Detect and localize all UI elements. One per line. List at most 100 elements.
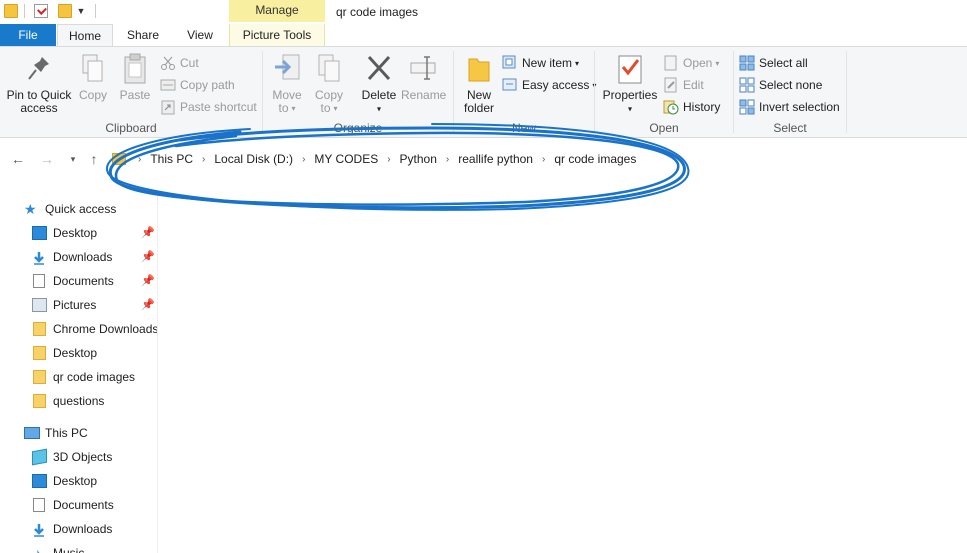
select-all-label: Select all <box>759 56 808 70</box>
history-icon <box>663 99 679 115</box>
chevron-right-icon[interactable]: › <box>196 154 211 165</box>
breadcrumb-item[interactable]: Local Disk (D:) <box>211 152 296 166</box>
nav-item-pictures[interactable]: Pictures 📌 <box>0 294 157 316</box>
nav-label: Desktop <box>53 226 98 240</box>
nav-item-desktop-folder[interactable]: Desktop <box>0 342 157 364</box>
paste-shortcut-icon <box>160 99 176 115</box>
star-icon: ★ <box>24 201 37 217</box>
music-note-icon: ♪ <box>34 545 41 553</box>
paste-shortcut-button[interactable]: Paste shortcut <box>160 97 257 117</box>
breadcrumb[interactable]: › This PC › Local Disk (D:) › MY CODES ›… <box>112 149 639 169</box>
pin-label: Pin to Quick access <box>6 88 72 115</box>
chevron-right-icon[interactable]: › <box>440 154 455 165</box>
breadcrumb-item[interactable]: This PC <box>147 152 196 166</box>
nav-quick-access[interactable]: ★ Quick access <box>0 198 157 220</box>
properties-button[interactable]: Properties ▾ <box>601 53 659 115</box>
rename-label: Rename <box>401 88 447 102</box>
chevron-right-icon[interactable]: › <box>536 154 551 165</box>
forward-arrow-icon[interactable]: → <box>38 149 56 169</box>
edit-icon <box>663 77 679 93</box>
delete-x-icon <box>365 53 393 85</box>
breadcrumb-item[interactable]: reallife python <box>455 152 536 166</box>
cut-button[interactable]: Cut <box>160 53 199 73</box>
download-arrow-icon <box>32 250 47 265</box>
easy-access-icon <box>502 77 518 93</box>
scissors-icon <box>160 55 176 71</box>
new-group-label: New <box>511 121 536 135</box>
tab-picture-tools[interactable]: Picture Tools <box>229 24 325 46</box>
select-all-button[interactable]: Select all <box>739 53 808 73</box>
edit-button[interactable]: Edit <box>663 75 704 95</box>
nav-label: Downloads <box>53 250 113 264</box>
rename-button[interactable]: Rename <box>401 53 447 102</box>
copy-to-button[interactable]: Copy to ▾ <box>311 53 347 115</box>
chevron-right-icon[interactable]: › <box>296 154 311 165</box>
document-icon <box>33 274 45 288</box>
nav-item-desktop[interactable]: Desktop 📌 <box>0 222 157 244</box>
invert-selection-label: Invert selection <box>759 100 840 114</box>
easy-access-button[interactable]: Easy access▾ <box>502 75 596 95</box>
window-title: qr code images <box>336 5 419 19</box>
delete-button[interactable]: Delete ▾ <box>359 53 399 115</box>
nav-label: Downloads <box>53 522 113 536</box>
navigation-pane[interactable]: ★ Quick access Desktop 📌 Downloads 📌 Doc… <box>0 196 158 553</box>
rename-icon <box>409 53 437 85</box>
select-none-label: Select none <box>759 78 823 92</box>
select-group-label: Select <box>773 121 807 135</box>
open-group: Properties ▾ Open ▾ Edit History Open <box>595 47 733 137</box>
edit-label: Edit <box>683 78 704 92</box>
nav-item-qr-code-images[interactable]: qr code images <box>0 366 157 388</box>
pin-icon[interactable]: 📌 <box>141 222 155 244</box>
pin-icon[interactable]: 📌 <box>141 294 155 316</box>
new-folder-quick-icon[interactable] <box>58 4 72 18</box>
up-arrow-icon[interactable]: ↑ <box>85 149 103 169</box>
tab-share[interactable]: Share <box>114 24 172 46</box>
back-arrow-icon[interactable]: ← <box>9 149 27 169</box>
nav-item-pc-downloads[interactable]: Downloads <box>0 518 157 540</box>
paste-button[interactable]: Paste <box>118 53 152 102</box>
nav-item-pc-desktop[interactable]: Desktop <box>0 470 157 492</box>
nav-item-3d-objects[interactable]: 3D Objects <box>0 446 157 468</box>
properties-quick-icon[interactable] <box>34 4 48 18</box>
nav-item-downloads[interactable]: Downloads 📌 <box>0 246 157 268</box>
organize-group-label: Organize <box>333 121 383 135</box>
breadcrumb-item[interactable]: MY CODES <box>311 152 381 166</box>
new-folder-icon <box>465 53 493 85</box>
move-to-button[interactable]: Move to ▾ <box>269 53 305 115</box>
nav-item-chrome-downloads[interactable]: Chrome Downloads <box>0 318 157 340</box>
open-group-label: Open <box>649 121 679 135</box>
nav-item-pc-documents[interactable]: Documents <box>0 494 157 516</box>
tab-home[interactable]: Home <box>57 24 113 46</box>
open-button[interactable]: Open ▾ <box>663 53 719 73</box>
computer-icon <box>24 427 40 439</box>
open-label: Open <box>683 56 713 70</box>
customize-quick-access-icon[interactable]: ▼ <box>76 4 86 18</box>
pin-to-quick-access-button[interactable]: Pin to Quick access <box>4 53 74 115</box>
nav-this-pc[interactable]: This PC <box>0 422 157 444</box>
paste-shortcut-label: Paste shortcut <box>180 100 257 114</box>
invert-selection-button[interactable]: Invert selection <box>739 97 840 117</box>
nav-item-pc-music[interactable]: ♪ Music <box>0 542 157 553</box>
clipboard-group: Pin to Quick access Copy Paste Cut Copy … <box>0 47 262 137</box>
pin-icon[interactable]: 📌 <box>141 246 155 268</box>
nav-item-questions[interactable]: questions <box>0 390 157 412</box>
copy-path-button[interactable]: Copy path <box>160 75 235 95</box>
pin-icon[interactable]: 📌 <box>141 270 155 292</box>
chevron-right-icon[interactable]: › <box>381 154 396 165</box>
select-none-button[interactable]: Select none <box>739 75 822 95</box>
manage-contextual-tab[interactable]: Manage <box>229 0 325 22</box>
history-button[interactable]: History <box>663 97 720 117</box>
tab-file[interactable]: File <box>0 24 56 46</box>
copy-button[interactable]: Copy <box>76 53 110 102</box>
chevron-right-icon[interactable]: › <box>132 154 147 165</box>
file-list-area[interactable] <box>159 178 967 553</box>
recent-locations-chevron-icon[interactable]: ▾ <box>64 149 82 169</box>
tab-view[interactable]: View <box>172 24 228 46</box>
new-folder-button[interactable]: New folder <box>458 53 500 115</box>
nav-item-documents[interactable]: Documents 📌 <box>0 270 157 292</box>
folder-icon[interactable] <box>4 4 18 18</box>
breadcrumb-item[interactable]: Python <box>397 152 440 166</box>
breadcrumb-item-current[interactable]: qr code images <box>551 152 639 166</box>
document-icon <box>33 498 45 512</box>
new-item-button[interactable]: New item ▾ <box>502 53 579 73</box>
